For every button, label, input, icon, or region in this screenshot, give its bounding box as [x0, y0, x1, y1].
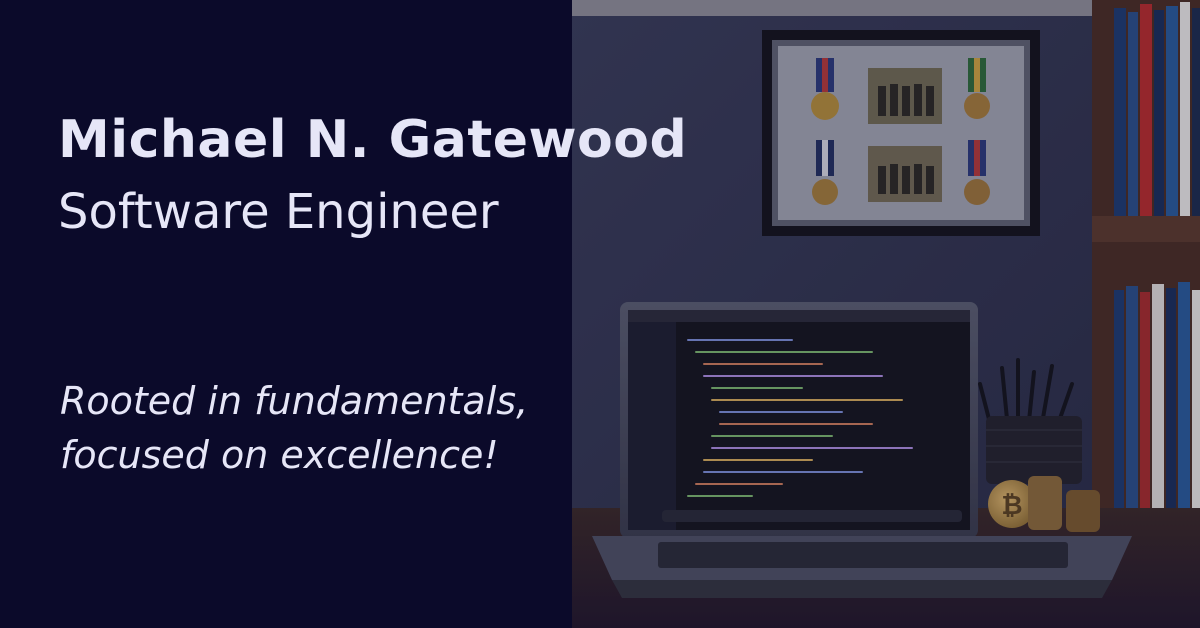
- tagline-line-2: focused on excellence!: [60, 433, 499, 477]
- person-name: Michael N. Gatewood: [58, 110, 688, 170]
- workspace-photo: ₿: [572, 0, 1200, 628]
- social-card: ₿ Michael N. Gatewood Software Engineer …: [0, 0, 1200, 628]
- tagline: Rooted in fundamentals, focused on excel…: [60, 374, 528, 482]
- job-title: Software Engineer: [58, 184, 499, 240]
- tagline-line-1: Rooted in fundamentals,: [60, 379, 529, 423]
- text-panel: Michael N. Gatewood Software Engineer Ro…: [0, 0, 687, 628]
